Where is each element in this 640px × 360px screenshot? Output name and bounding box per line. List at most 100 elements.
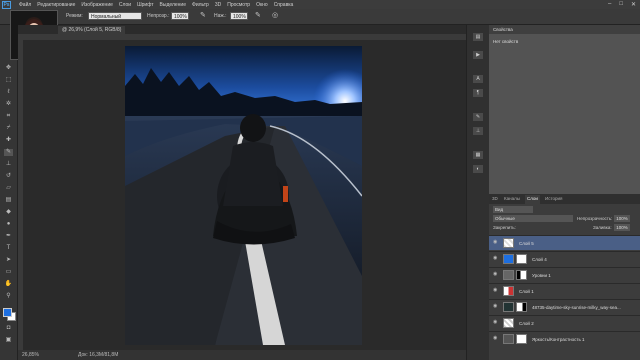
layer-row[interactable]: ◉ Уровни 1	[489, 267, 640, 282]
brush-tool-icon[interactable]: ✎	[4, 149, 13, 156]
dodge-tool-icon[interactable]: ●	[4, 221, 13, 228]
menu-edit[interactable]: Редактирование	[37, 2, 75, 8]
visibility-eye-icon[interactable]: ◉	[493, 240, 498, 245]
lasso-tool-icon[interactable]: ℓ	[4, 89, 13, 96]
layer-row[interactable]: ◉ Слой 1	[489, 283, 640, 298]
menu-image[interactable]: Изображение	[81, 2, 113, 8]
tab-3d[interactable]: 3D	[492, 196, 498, 201]
color-swatches	[3, 308, 16, 321]
quick-mask-icon[interactable]: ◘	[4, 325, 13, 332]
layer-mask-thumbnail	[516, 302, 527, 312]
foreground-color-swatch[interactable]	[3, 308, 12, 317]
layer-name[interactable]: Яркость/Контрастность 1	[532, 337, 585, 342]
photoshop-logo: Ps	[2, 0, 11, 9]
layer-name[interactable]: 48735-daytime-sky-sunrise-milky_way-sea.…	[532, 305, 621, 310]
options-bar: Режим: Нормальный Непрозр.: 100% ✎ Наж.:…	[0, 9, 640, 25]
blend-mode-select[interactable]: Обычные	[493, 215, 573, 222]
pressure-icon[interactable]: ✎	[200, 11, 206, 19]
airbrush-icon[interactable]: ✎	[255, 11, 261, 19]
actions-panel-icon[interactable]: ▶	[473, 51, 483, 59]
layer-thumbnail	[503, 302, 514, 312]
properties-empty-text: Нет свойств	[493, 39, 519, 44]
layer-row[interactable]: ◉ Яркость/Контрастность 1	[489, 331, 640, 346]
visibility-eye-icon[interactable]: ◉	[493, 304, 498, 309]
visibility-eye-icon[interactable]: ◉	[493, 272, 498, 277]
layer-thumbnail	[503, 318, 514, 328]
history-brush-icon[interactable]: ↺	[4, 173, 13, 180]
visibility-eye-icon[interactable]: ◉	[493, 288, 498, 293]
menu-filter[interactable]: Фильтр	[192, 2, 209, 8]
pen-tool-icon[interactable]: ✒	[4, 233, 13, 240]
layer-name[interactable]: Слой 5	[519, 241, 534, 246]
menu-view[interactable]: Просмотр	[227, 2, 250, 8]
screen-mode-icon[interactable]: ▣	[4, 337, 13, 344]
paragraph-panel-icon[interactable]: ¶	[473, 89, 483, 97]
document-tab-bar: @ 26,9% (Слой 5, RGB/8)	[18, 25, 466, 34]
canvas-image[interactable]	[125, 46, 362, 345]
menu-layers[interactable]: Слои	[119, 2, 131, 8]
tablet-pressure-icon[interactable]: ◎	[272, 11, 278, 19]
crop-tool-icon[interactable]: ⌗	[4, 113, 13, 120]
minimize-button[interactable]: –	[608, 1, 611, 8]
mode-label: Режим:	[66, 13, 83, 19]
type-tool-icon[interactable]: T	[4, 245, 13, 252]
layer-filter-select[interactable]: Вид	[493, 206, 533, 213]
flow-label: Наж.:	[214, 13, 227, 19]
menu-select[interactable]: Выделение	[160, 2, 187, 8]
tab-properties[interactable]: Свойства	[493, 27, 513, 32]
move-tool-icon[interactable]: ✥	[4, 65, 13, 72]
clone-source-icon[interactable]: ⊥	[473, 127, 483, 135]
layer-opacity-label: Непрозрачность:	[577, 216, 613, 221]
clone-stamp-icon[interactable]: ⊥	[4, 161, 13, 168]
menu-help[interactable]: Справка	[274, 2, 294, 8]
healing-brush-icon[interactable]: ✚	[4, 137, 13, 144]
maximize-button[interactable]: □	[619, 1, 623, 8]
flow-field[interactable]: 100%	[230, 12, 248, 20]
layer-name[interactable]: Уровни 1	[532, 273, 551, 278]
menu-3d[interactable]: 3D	[215, 2, 221, 8]
layer-name[interactable]: Слой 4	[532, 257, 547, 262]
character-panel-icon[interactable]: A	[473, 75, 483, 83]
layer-row[interactable]: ◉ Слой 2	[489, 315, 640, 330]
shape-tool-icon[interactable]: ▭	[4, 269, 13, 276]
fill-label: Заливка:	[593, 225, 612, 230]
mode-select[interactable]: Нормальный	[88, 12, 142, 20]
path-select-icon[interactable]: ➤	[4, 257, 13, 264]
document-size: Док: 16,3M/81,8M	[78, 352, 119, 358]
gradient-icon[interactable]: ▤	[4, 197, 13, 204]
layer-row[interactable]: ◉ 48735-daytime-sky-sunrise-milky_way-se…	[489, 299, 640, 314]
swatches-panel-icon[interactable]: ▦	[473, 151, 483, 159]
eyedropper-icon[interactable]: ⌿	[4, 125, 13, 132]
layer-name[interactable]: Слой 1	[519, 289, 534, 294]
visibility-eye-icon[interactable]: ◉	[493, 256, 498, 261]
tab-history[interactable]: История	[545, 196, 562, 201]
opacity-field[interactable]: 100%	[171, 12, 189, 20]
tab-channels[interactable]: Каналы	[504, 196, 520, 201]
zoom-level[interactable]: 26,85%	[22, 350, 39, 360]
close-button[interactable]: ✕	[631, 1, 636, 8]
visibility-eye-icon[interactable]: ◉	[493, 336, 498, 341]
marquee-tool-icon[interactable]: ⬚	[4, 77, 13, 84]
fill-field[interactable]: 100%	[614, 224, 630, 231]
quick-select-icon[interactable]: ✲	[4, 101, 13, 108]
menu-type[interactable]: Шрифт	[137, 2, 153, 8]
eraser-icon[interactable]: ▱	[4, 185, 13, 192]
document-tab[interactable]: @ 26,9% (Слой 5, RGB/8)	[58, 26, 126, 34]
history-panel-icon[interactable]: ▤	[473, 33, 483, 41]
visibility-eye-icon[interactable]: ◉	[493, 320, 498, 325]
layer-name[interactable]: Слой 2	[519, 321, 534, 326]
menu-window[interactable]: Окно	[256, 2, 268, 8]
layers-panel-tabs: 3D Каналы Слои История	[489, 194, 640, 204]
tools-panel: ✥ ⬚ ℓ ✲ ⌗ ⌿ ✚ ✎ ⊥ ↺ ▱ ▤ ◆ ● ✒ T ➤ ▭ ✋ ⚲ …	[0, 25, 18, 360]
adjustment-thumbnail	[503, 334, 514, 344]
layer-row[interactable]: ◉ Слой 5	[489, 235, 640, 250]
adjustments-panel-icon[interactable]: ◐	[473, 165, 483, 173]
zoom-tool-icon[interactable]: ⚲	[4, 293, 13, 300]
menu-file[interactable]: Файл	[19, 2, 31, 8]
layer-opacity-field[interactable]: 100%	[614, 215, 630, 222]
tab-layers[interactable]: Слои	[525, 195, 540, 204]
brush-presets-icon[interactable]: ✎	[473, 113, 483, 121]
hand-tool-icon[interactable]: ✋	[4, 281, 13, 288]
blur-tool-icon[interactable]: ◆	[4, 209, 13, 216]
layer-row[interactable]: ◉ Слой 4	[489, 251, 640, 266]
